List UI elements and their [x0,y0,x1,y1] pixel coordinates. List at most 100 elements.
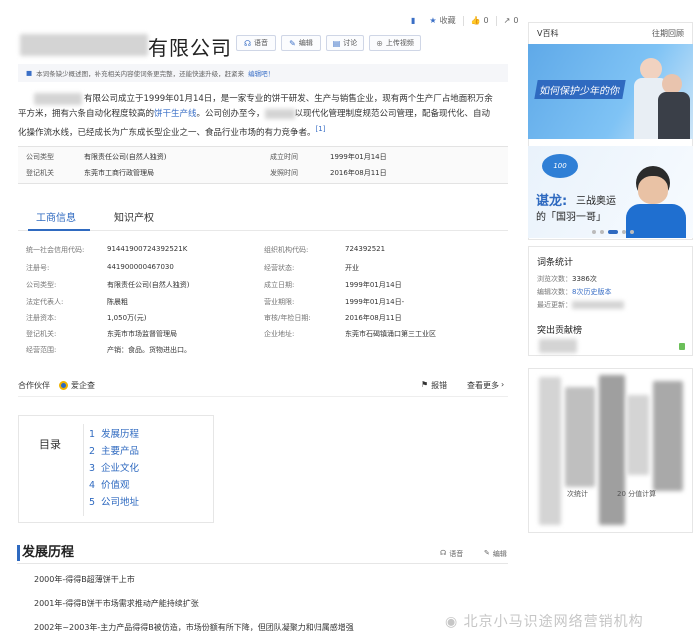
athlete-face [638,176,668,204]
carousel-dot[interactable] [630,230,634,234]
tab-intellectual-property[interactable]: 知识产权 [114,209,154,224]
biz-info-value: 1999年01月14日 [345,281,402,289]
bookmark-icon [679,343,685,350]
biz-info-value: 东莞市石碣镇涌口第三工业区 [345,330,436,338]
summary: 有限公司成立于1999年01月14日，是一家专业的饼干研发、生产与销售企业，现有… [18,92,510,141]
section-edit-button[interactable]: ✎ 编辑 [484,549,507,559]
flag-icon: ⚑ [421,380,429,389]
discuss-button[interactable]: ▤ 讨论 [326,35,364,51]
section-voice-button[interactable]: ☊ 语音 [440,549,463,559]
vbaike-title: V百科 [537,29,559,38]
biz-info-key: 成立日期: [264,281,295,289]
watermark: ◉ 北京小马识途网络营销机构 [445,614,644,630]
redacted-block [653,381,683,491]
notice-text: 本词条缺少概述图，补充相关内容使词条更完整，还能快速升级，赶紧来 [36,70,245,78]
toc-item-culture[interactable]: 3 企业文化 [89,460,139,474]
collect-toolbar: ▮ ★ 收藏 👍 0 ↗ 0 [411,15,518,26]
share-count: 0 [513,16,519,25]
carousel-dot[interactable] [600,230,604,234]
like-count: 0 [483,16,489,25]
biz-info-key: 法定代表人: [26,298,64,306]
history-versions-link[interactable]: 8次历史版本 [572,288,611,296]
toc-divider [83,424,84,516]
promo-banner-chenlong[interactable]: 100 谌龙: 三战奥运 的「国羽一哥」 [528,146,693,238]
carousel-dots[interactable] [592,230,634,234]
biz-info-key: 审核/年检日期: [264,314,311,322]
headphones-icon: ☊ [440,549,447,557]
stats-title: 词条统计 [537,258,574,268]
banner2-line1: 三战奥运 [576,196,616,207]
biz-info-value: 陈晨粗 [107,298,128,306]
past-issues-link[interactable]: 往期回顾 [652,28,684,39]
basic-info-value: 东莞市工商行政管理局 [84,169,154,177]
banner2-name: 谌龙: [536,194,568,209]
redacted-block [565,387,595,487]
toc-title: 目录 [39,438,61,451]
biz-info-key: 企业地址: [264,330,295,338]
promo-banner-youth[interactable]: 如何保护少年的你 [528,44,693,139]
reference-link[interactable]: [1] [316,125,326,133]
blur-caption: 20 分值计算 [617,490,657,498]
share-icon[interactable]: ↗ [504,16,511,25]
redacted-inline [264,108,295,119]
basic-info-key: 公司类型 [26,153,54,161]
bookmark-icon[interactable]: ▮ [411,16,415,25]
toc-item-products[interactable]: 2 主要产品 [89,443,139,457]
carousel-dot[interactable] [592,230,596,234]
weibo-icon: ◉ [445,614,459,630]
view-more-link[interactable]: 查看更多 › [467,380,504,391]
basic-info-key: 登记机关 [26,169,54,177]
summary-line-3: 化操作流水线，已经成长为广东成长型企业之一、食品行业市场的有力竞争者。[1] [18,125,326,138]
biz-info-value: 91441900724392521K [107,245,188,253]
redacted-title-prefix [20,34,148,56]
edit-button[interactable]: ✎ 编辑 [281,35,321,51]
aiqicha-link[interactable]: 爱企查 [59,380,95,391]
history-item: 2002年~2003年-主力产品得得B被仿造，市场份额有所下降，但团队凝聚力和归… [34,623,354,632]
upload-video-button[interactable]: ⊕ 上传视频 [369,35,421,51]
redacted-contributor [539,339,577,353]
basic-info-key: 发照时间 [270,169,298,177]
tab-business-info[interactable]: 工商信息 [36,209,76,224]
person-figure [658,92,690,139]
pencil-icon: ✎ [484,549,490,557]
carousel-dot[interactable] [622,230,626,234]
basic-info-key: 成立时间 [270,153,298,161]
pencil-icon: ✎ [289,38,296,48]
voice-button[interactable]: ☊ 语音 [236,35,276,51]
toc-item-address[interactable]: 5 公司地址 [89,494,139,508]
badge-logo: 100 [542,154,578,178]
person-avatar [640,58,662,80]
carousel-dot-active[interactable] [608,230,618,234]
info-icon: ■ [26,69,33,77]
entry-stats-panel: 词条统计 浏览次数：3386次 编辑次数：8次历史版本 最近更新： 突出贡献榜 [528,246,693,356]
active-tab-indicator [28,229,90,231]
biz-info-key: 经营状态: [264,264,295,272]
plus-circle-icon: ⊕ [376,38,383,48]
section-divider [17,563,508,564]
biscuit-line-link[interactable]: 饼干生产线 [154,109,197,119]
toc-item-values[interactable]: 4 价值观 [89,477,130,491]
aiqicha-logo-icon [59,381,68,390]
table-of-contents: 目录 1 发展历程 2 主要产品 3 企业文化 4 价值观 5 公司地址 [18,415,214,523]
redacted-block [539,377,561,525]
star-icon[interactable]: ★ [429,16,436,25]
partner-label: 合作伙伴 [18,381,50,390]
collect-label[interactable]: 收藏 [440,15,456,26]
blur-caption: 次统计 [567,490,588,498]
notice-edit-link[interactable]: 编辑吧！ [248,68,274,78]
biz-info-key: 经营范围: [26,346,57,354]
biz-info-key: 组织机构代码: [264,246,309,254]
biz-info-value: 2016年08月11日 [345,314,402,322]
divider [18,396,508,397]
toc-item-history[interactable]: 1 发展历程 [89,426,139,440]
report-error-link[interactable]: ⚑ 报错 [421,380,447,391]
thumbs-up-icon[interactable]: 👍 [471,16,481,25]
biz-info-value: 441900000467030 [107,263,174,271]
headphones-icon: ☊ [243,38,252,48]
biz-info-value: 1999年01月14日- [345,298,405,306]
banner2-line2: 的「国羽一哥」 [536,212,606,223]
incomplete-notice: ■ 本词条缺少概述图，补充相关内容使词条更完整，还能快速升级，赶紧来 编辑吧！ [18,64,508,82]
person-avatar [662,74,682,94]
biz-info-key: 登记机关: [26,330,57,338]
biz-info-key: 营业期限: [264,298,295,306]
